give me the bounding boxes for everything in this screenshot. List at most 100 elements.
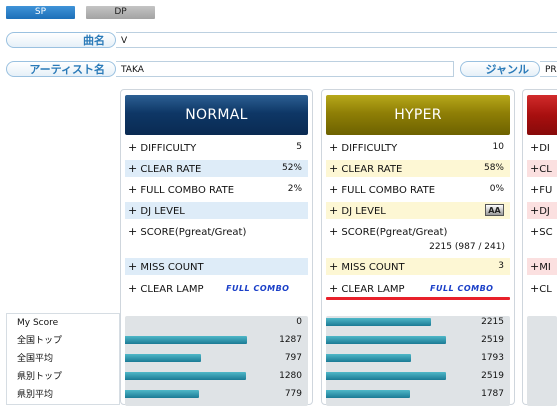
- score-type-national-average: 全国平均: [17, 354, 54, 364]
- normal-bar-fill: [125, 390, 200, 398]
- artist-value: TAKA: [116, 61, 454, 77]
- hyper-clear-lamp-indicator: [326, 297, 510, 300]
- genre-label: ジャンル: [460, 61, 540, 77]
- normal-bar-fill: [125, 336, 247, 344]
- hyper-bar-fill: [326, 336, 446, 344]
- normal-dj-level-label: DJ LEVEL: [140, 206, 185, 217]
- normal-bar-national-top: [125, 336, 247, 344]
- another-row: +SC: [530, 225, 553, 238]
- another-row: +CL: [527, 160, 557, 177]
- hyper-miss-count-label: MISS COUNT: [341, 262, 405, 273]
- hyper-difficulty-label: DIFFICULTY: [341, 143, 398, 154]
- hyper-bar-fill: [326, 372, 446, 380]
- hyper-difficulty-row: + DIFFICULTY 10: [329, 141, 504, 154]
- normal-difficulty-row: + DIFFICULTY 5: [128, 141, 302, 154]
- hyper-header: HYPER: [326, 95, 510, 135]
- another-header: [527, 95, 557, 135]
- hyper-full-combo-rate-label: FULL COMBO RATE: [341, 185, 436, 196]
- normal-miss-count-label: MISS COUNT: [140, 262, 204, 273]
- another-row: +DI: [530, 141, 550, 154]
- hyper-dj-level-row: + DJ LEVEL AA: [326, 202, 510, 219]
- hyper-clear-rate-label: CLEAR RATE: [341, 164, 403, 175]
- normal-difficulty-label: DIFFICULTY: [140, 143, 197, 154]
- normal-clear-rate-row: + CLEAR RATE 52%: [125, 160, 308, 177]
- another-row-label: CL: [539, 284, 552, 295]
- hyper-clear-lamp-row: + CLEAR LAMP FULL COMBO: [329, 282, 494, 295]
- normal-clear-rate-label: CLEAR RATE: [140, 164, 202, 175]
- hyper-score-label: SCORE(Pgreat/Great): [341, 227, 448, 238]
- another-row-label: MI: [539, 262, 551, 273]
- hyper-score-row: + SCORE(Pgreat/Great): [329, 225, 448, 238]
- hyper-bar-value: 2215: [481, 317, 504, 327]
- normal-full-combo-rate-value: 2%: [287, 184, 302, 194]
- another-column: +DI +CL +FU +DJ +SC +MI +CL: [522, 89, 557, 406]
- another-score-bars: [527, 316, 557, 406]
- artist-row: アーティスト名 TAKA ジャンル PR: [6, 61, 557, 77]
- normal-difficulty-value: 5: [296, 142, 302, 152]
- normal-bar-value: 1280: [279, 371, 302, 381]
- song-title-value: V: [116, 32, 557, 48]
- artist-label: アーティスト名: [6, 61, 116, 77]
- hyper-bar-value: 2519: [481, 371, 504, 381]
- normal-miss-count-row: + MISS COUNT: [125, 258, 308, 275]
- hyper-bar-national-average: [326, 354, 448, 362]
- genre-value: PR: [540, 61, 557, 77]
- normal-bar-prefecture-average: [125, 390, 247, 398]
- normal-clear-lamp-label: CLEAR LAMP: [140, 284, 204, 295]
- another-row-label: FU: [539, 185, 553, 196]
- hyper-dj-level-label: DJ LEVEL: [341, 206, 386, 217]
- hyper-bar-my-score: [326, 318, 448, 326]
- tab-sp[interactable]: SP: [6, 6, 75, 19]
- normal-clear-rate-value: 52%: [281, 163, 302, 173]
- normal-bar-value: 797: [284, 353, 302, 363]
- normal-score-row: + SCORE(Pgreat/Great): [128, 225, 247, 238]
- normal-score-bars: 0 1287 797 1280 779: [125, 316, 308, 406]
- hyper-miss-count-row: + MISS COUNT 3: [326, 258, 510, 275]
- normal-header: NORMAL: [125, 95, 308, 135]
- normal-bar-value: 0: [296, 317, 302, 327]
- normal-column: NORMAL + DIFFICULTY 5 + CLEAR RATE 52% +…: [120, 89, 313, 406]
- another-row-label: SC: [539, 227, 553, 238]
- normal-full-combo-rate-label: FULL COMBO RATE: [140, 185, 235, 196]
- score-type-national-top: 全国トップ: [17, 336, 63, 346]
- another-row: +CL: [530, 282, 552, 295]
- hyper-bar-value: 1787: [481, 389, 504, 399]
- hyper-bar-national-top: [326, 336, 448, 344]
- hyper-bar-value: 1793: [481, 353, 504, 363]
- another-row-label: CL: [539, 164, 552, 175]
- another-row: +MI: [527, 258, 557, 275]
- normal-bar-national-average: [125, 354, 247, 362]
- normal-bar-my-score: [125, 318, 247, 326]
- hyper-column: HYPER + DIFFICULTY 10 + CLEAR RATE 58% +…: [321, 89, 515, 406]
- normal-bar-value: 779: [284, 389, 302, 399]
- hyper-bar-prefecture-average: [326, 390, 448, 398]
- hyper-clear-rate-row: + CLEAR RATE 58%: [326, 160, 510, 177]
- score-type-my-score: My Score: [17, 318, 59, 328]
- hyper-bar-prefecture-top: [326, 372, 448, 380]
- score-type-list: My Score 全国トップ 全国平均 県別トップ 県別平均: [6, 313, 120, 405]
- normal-full-combo-rate-row: + FULL COMBO RATE 2%: [128, 183, 302, 196]
- another-row: +DJ: [527, 202, 557, 219]
- normal-clear-lamp-value: FULL COMBO: [226, 284, 290, 293]
- song-title-label: 曲名: [6, 32, 116, 48]
- score-type-prefecture-top: 県別トップ: [17, 372, 63, 382]
- another-row: +FU: [530, 183, 553, 196]
- normal-bar-fill: [125, 372, 246, 380]
- hyper-bar-fill: [326, 318, 431, 326]
- normal-clear-lamp-row: + CLEAR LAMP FULL COMBO: [128, 282, 290, 295]
- hyper-miss-count-value: 3: [498, 261, 504, 271]
- score-type-prefecture-average: 県別平均: [17, 390, 54, 400]
- normal-bar-prefecture-top: [125, 372, 247, 380]
- hyper-clear-rate-value: 58%: [483, 163, 504, 173]
- tab-dp[interactable]: DP: [86, 6, 155, 19]
- hyper-bar-value: 2519: [481, 335, 504, 345]
- another-row-label: DJ: [539, 206, 550, 217]
- hyper-score-detail: 2215 (987 / 241): [429, 242, 505, 252]
- normal-dj-level-row: + DJ LEVEL: [125, 202, 308, 219]
- normal-score-label: SCORE(Pgreat/Great): [140, 227, 247, 238]
- hyper-clear-lamp-value: FULL COMBO: [430, 284, 494, 293]
- dj-level-aa-icon: AA: [485, 204, 504, 216]
- song-title-row: 曲名 V: [6, 32, 557, 48]
- hyper-difficulty-value: 10: [492, 142, 504, 152]
- hyper-bar-fill: [326, 354, 412, 362]
